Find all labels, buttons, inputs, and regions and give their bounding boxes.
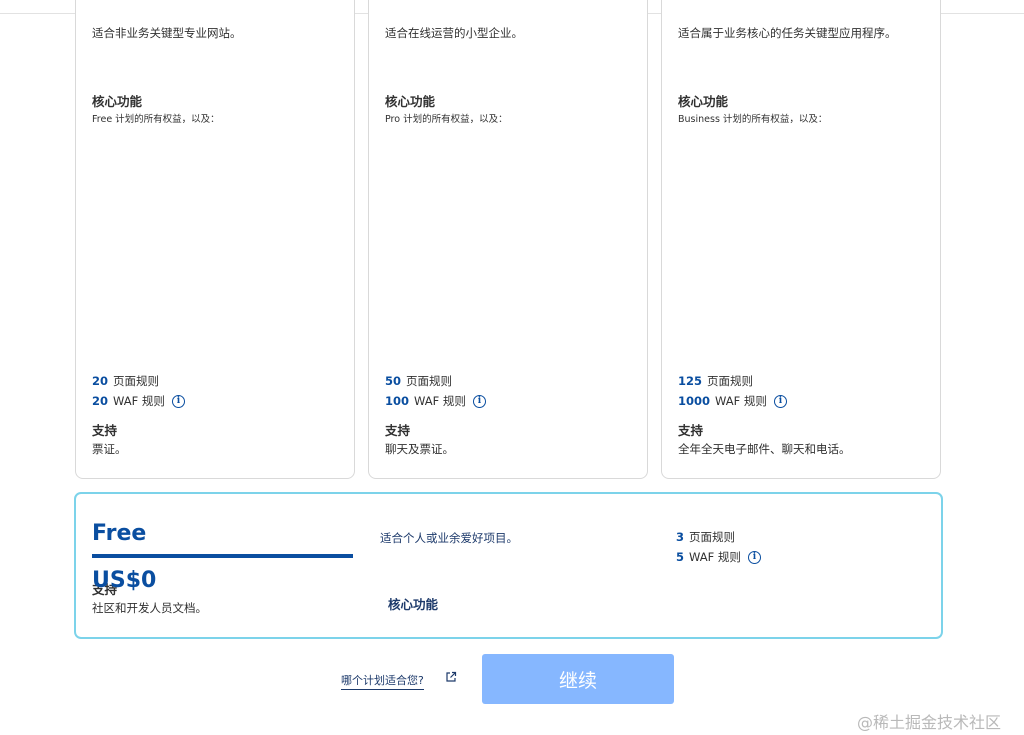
plan-name: Free (92, 521, 147, 546)
core-features-subtitle: Free 计划的所有权益，以及： (92, 114, 220, 125)
page-rules-count: 50 (385, 374, 402, 388)
page-rules-label: 页面规则 (406, 374, 453, 388)
plan-description: 适合非业务关键型专业网站。 (92, 26, 242, 40)
support-text: 聊天及票证。 (385, 442, 454, 456)
external-link-icon[interactable] (445, 671, 457, 683)
support-text: 社区和开发人员文档。 (92, 601, 207, 615)
core-features-title: 核心功能 (92, 94, 143, 109)
info-icon[interactable]: i (773, 394, 787, 408)
plan-description: 适合个人或业余爱好项目。 (380, 531, 518, 545)
page-rules-count: 20 (92, 374, 109, 388)
page-rules-label: 页面规则 (689, 530, 736, 544)
core-features-title: 核心功能 (388, 597, 439, 612)
waf-rules-feature: 1000 WAF 规则 i (678, 393, 787, 409)
support-title: 支持 (385, 423, 411, 438)
waf-rules-label: WAF 规则 (715, 394, 767, 408)
continue-button[interactable]: 继续 (482, 654, 674, 704)
plan-price: US$0 (92, 568, 157, 593)
plan-card-business[interactable]: 适合在线运营的小型企业。 核心功能 Pro 计划的所有权益，以及： 50 页面规则… (368, 0, 648, 479)
info-icon[interactable]: i (171, 394, 185, 408)
page-rules-feature: 125 页面规则 (678, 373, 753, 389)
support-title: 支持 (92, 423, 118, 438)
core-features-subtitle: Business 计划的所有权益，以及： (678, 114, 828, 125)
waf-rules-feature: 100 WAF 规则 i (385, 393, 486, 409)
page-rules-feature: 50 页面规则 (385, 373, 452, 389)
support-title: 支持 (678, 423, 704, 438)
plan-name-underline (92, 554, 353, 558)
plan-card-free-selected[interactable]: Free 支持 US$0 社区和开发人员文档。 适合个人或业余爱好项目。 核心功… (74, 492, 943, 639)
info-icon[interactable]: i (472, 394, 486, 408)
page-rules-label: 页面规则 (113, 374, 160, 388)
page-rules-count: 125 (678, 374, 703, 388)
waf-rules-label: WAF 规则 (113, 394, 165, 408)
plan-description: 适合属于业务核心的任务关键型应用程序。 (678, 26, 897, 40)
plan-card-enterprise[interactable]: 适合属于业务核心的任务关键型应用程序。 核心功能 Business 计划的所有权… (661, 0, 941, 479)
waf-rules-label: WAF 规则 (414, 394, 466, 408)
which-plan-link[interactable]: 哪个计划适合您? (341, 672, 424, 690)
page-rules-feature: 3 页面规则 (676, 529, 735, 545)
page-rules-count: 3 (676, 530, 685, 544)
waf-rules-feature: 20 WAF 规则 i (92, 393, 185, 409)
waf-rules-count: 1000 (678, 394, 711, 408)
core-features-title: 核心功能 (385, 94, 436, 109)
core-features-title: 核心功能 (678, 94, 729, 109)
waf-rules-count: 100 (385, 394, 410, 408)
page-rules-label: 页面规则 (707, 374, 754, 388)
waf-rules-feature: 5 WAF 规则 i (676, 549, 761, 565)
page-rules-feature: 20 页面规则 (92, 373, 159, 389)
info-icon[interactable]: i (747, 550, 761, 564)
waf-rules-label: WAF 规则 (689, 550, 741, 564)
core-features-subtitle: Pro 计划的所有权益，以及： (385, 114, 508, 125)
waf-rules-count: 20 (92, 394, 109, 408)
plan-description: 适合在线运营的小型企业。 (385, 26, 523, 40)
support-text: 全年全天电子邮件、聊天和电话。 (678, 442, 851, 456)
waf-rules-count: 5 (676, 550, 685, 564)
plan-card-pro[interactable]: 适合非业务关键型专业网站。 核心功能 Free 计划的所有权益，以及： 20 页面… (75, 0, 355, 479)
support-text: 票证。 (92, 442, 127, 456)
watermark: @稀土掘金技术社区 (857, 713, 1002, 732)
